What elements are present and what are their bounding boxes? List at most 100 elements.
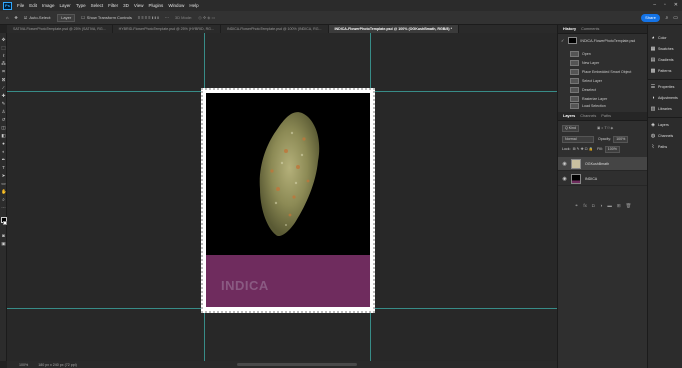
tab-sativa[interactable]: SATIVA-FlowerPhotoTemplate.psd @ 25% (SA… (7, 25, 113, 33)
stamp-tool-icon[interactable]: ♙ (1, 109, 6, 114)
auto-select-dropdown[interactable]: Layer (57, 13, 76, 22)
history-item[interactable]: Place Embedded Smart Object (558, 67, 648, 76)
layer-row-indica[interactable]: ◉ INDICA (558, 172, 648, 186)
workspace-icon[interactable]: ▭ (673, 15, 678, 21)
history-item[interactable]: Select Layer (558, 76, 648, 85)
more-options-icon[interactable]: ··· (165, 15, 169, 20)
link-layers-icon[interactable]: ⚭ (575, 203, 579, 211)
horizontal-scrollbar[interactable] (237, 363, 357, 366)
search-icon[interactable]: ⌕ (665, 15, 668, 21)
menu-view[interactable]: View (134, 3, 144, 8)
history-brush-icon[interactable]: ↺ (1, 117, 6, 122)
align-icons[interactable]: ≡ ≡ ≡ ≡ ‖ ‖ ‖ (138, 15, 159, 20)
maximize-button[interactable]: ▫ (664, 2, 666, 8)
quick-mask-icon[interactable]: ◙ (1, 233, 6, 238)
menu-3d[interactable]: 3D (123, 3, 129, 8)
mask-icon[interactable]: ◘ (592, 203, 595, 211)
layer-row-ogkush[interactable]: ◉ OGKushBmath (558, 157, 648, 171)
history-brush-source-icon[interactable]: ✓ (561, 38, 564, 43)
dodge-tool-icon[interactable]: ◐ (1, 149, 6, 154)
panel-properties[interactable]: ☰ Properties (650, 82, 682, 92)
history-item[interactable]: Rasterize Layer (558, 94, 648, 103)
panel-paths[interactable]: ⌇ Paths (650, 142, 682, 152)
move-tool-icon[interactable]: ✥ (14, 15, 17, 20)
panel-channels[interactable]: ◍ Channels (650, 131, 682, 141)
crop-tool-icon[interactable]: ⌗ (1, 69, 6, 74)
fill-input[interactable]: 100% (604, 145, 620, 153)
tab-layers[interactable]: Layers (563, 114, 575, 118)
home-icon[interactable]: ⌂ (6, 15, 8, 20)
panel-layers[interactable]: ◈ Layers (650, 120, 682, 130)
document-canvas[interactable]: INDICA (7, 33, 557, 361)
panel-patterns[interactable]: ▩ Patterns (650, 66, 682, 76)
panel-adjustments[interactable]: ◑ Adjustments (650, 93, 682, 103)
close-button[interactable]: ✕ (674, 2, 678, 8)
tab-channels[interactable]: Channels (580, 114, 596, 118)
auto-select-checkbox[interactable]: ☑ (24, 15, 28, 20)
transform-controls-checkbox[interactable]: ☐ (81, 15, 85, 20)
share-button[interactable]: Share (641, 14, 660, 22)
eyedropper-icon[interactable]: ⁄ (1, 85, 6, 90)
zoom-level[interactable]: 100% (19, 363, 28, 367)
history-item[interactable]: New Layer (558, 58, 648, 67)
lasso-tool-icon[interactable]: ℓ (1, 53, 6, 58)
menu-select[interactable]: Select (91, 3, 104, 8)
history-item[interactable]: Load Selection (558, 103, 648, 109)
menu-edit[interactable]: Edit (29, 3, 37, 8)
panel-libraries[interactable]: ▥ Libraries (650, 104, 682, 114)
tab-history[interactable]: History (563, 27, 576, 31)
menu-file[interactable]: File (17, 3, 24, 8)
history-item[interactable]: Open (558, 49, 648, 58)
magic-wand-icon[interactable]: ⁂ (1, 61, 6, 66)
fx-icon[interactable]: fx (583, 203, 587, 211)
tab-comments[interactable]: Comments (581, 27, 599, 31)
history-snapshot[interactable]: ✓ INDICA-FlowerPhotoTemplate.psd (558, 35, 648, 46)
tab-indica-active[interactable]: INDICA-FlowerPhotoTemplate.psd @ 100% (O… (328, 25, 459, 33)
move-tool-icon[interactable]: ✥ (1, 37, 6, 42)
adjustment-icon[interactable]: ◑ (600, 203, 603, 211)
layer-name[interactable]: OGKushBmath (585, 162, 609, 166)
menu-plugins[interactable]: Plugins (149, 3, 164, 8)
blend-mode-dropdown[interactable]: Normal (562, 135, 594, 143)
menu-filter[interactable]: Filter (108, 3, 118, 8)
shape-tool-icon[interactable]: ▭ (1, 181, 6, 186)
minimize-button[interactable]: – (653, 2, 656, 8)
menu-type[interactable]: Type (76, 3, 86, 8)
layer-name[interactable]: INDICA (585, 177, 597, 181)
eye-icon[interactable]: ◉ (562, 176, 567, 182)
eye-icon[interactable]: ◉ (562, 161, 567, 167)
menu-image[interactable]: Image (42, 3, 55, 8)
frame-tool-icon[interactable]: ⊠ (1, 77, 6, 82)
gradient-tool-icon[interactable]: ◧ (1, 133, 6, 138)
healing-brush-icon[interactable]: ✚ (1, 93, 6, 98)
tab-indica[interactable]: INDICA-FlowerPhotoTemplate.psd @ 100% (I… (221, 25, 329, 33)
blur-tool-icon[interactable]: ● (1, 141, 6, 146)
menu-layer[interactable]: Layer (60, 3, 71, 8)
opacity-input[interactable]: 100% (613, 135, 629, 143)
more-tools-icon[interactable]: ··· (1, 205, 6, 210)
pen-tool-icon[interactable]: ✒ (1, 157, 6, 162)
trash-icon[interactable]: 🗑 (626, 203, 632, 211)
lock-icons[interactable]: ⊞ ✎ ✥ ⊡ 🔒 (573, 147, 594, 151)
tab-paths[interactable]: Paths (601, 114, 611, 118)
type-tool-icon[interactable]: T (1, 165, 6, 170)
filter-icons[interactable]: ▣ ◐ T ⌑ ◈ (597, 126, 613, 130)
zoom-tool-icon[interactable]: ⌕ (1, 197, 6, 202)
layer-kind-filter[interactable]: Q Kind (562, 124, 579, 132)
tab-hybrid[interactable]: HYBRID-FlowerPhotoTemplate.psd @ 25% (HY… (113, 25, 221, 33)
options-right-icons: ⌕ ▭ (665, 15, 678, 21)
path-select-icon[interactable]: ➤ (1, 173, 6, 178)
folder-icon[interactable]: ▬ (607, 203, 612, 211)
new-layer-icon[interactable]: ⊞ (617, 203, 621, 211)
panel-swatches[interactable]: ▦ Swatches (650, 44, 682, 54)
panel-color[interactable]: ◕ Color (650, 33, 682, 43)
menu-help[interactable]: Help (189, 3, 198, 8)
screen-mode-icon[interactable]: ▣ (1, 241, 6, 246)
eraser-icon[interactable]: ◫ (1, 125, 6, 130)
hand-tool-icon[interactable]: ✋ (1, 189, 7, 194)
history-item[interactable]: Deselect (558, 85, 648, 94)
marquee-tool-icon[interactable]: ⬚ (1, 45, 6, 50)
panel-gradients[interactable]: ▤ Gradients (650, 55, 682, 65)
brush-tool-icon[interactable]: ✎ (1, 101, 6, 106)
menu-window[interactable]: Window (168, 3, 184, 8)
